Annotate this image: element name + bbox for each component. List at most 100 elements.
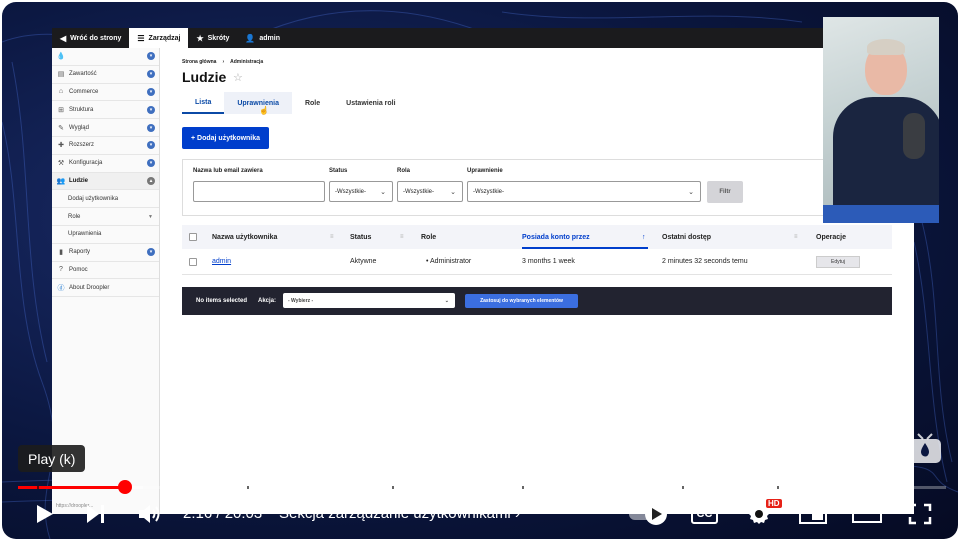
- video-player[interactable]: ◀ Wróć do strony ☰ Zarządzaj ★ Skróty 👤 admi…: [2, 2, 958, 539]
- permission-filter-label: Uprawnienie: [467, 168, 503, 174]
- sidebar-item-help[interactable]: ? Pomoc: [52, 262, 159, 280]
- header-username[interactable]: Nazwa użytkownika: [212, 234, 277, 241]
- sidebar-item-add-user[interactable]: Dodaj użytkownika: [52, 190, 159, 209]
- header-operations: Operacje: [816, 233, 846, 241]
- presenter-desk: [823, 205, 939, 223]
- shortcuts-button[interactable]: ★ Skróty: [188, 28, 237, 48]
- chapter-marker: [247, 486, 249, 489]
- sort-icon[interactable]: ≡: [794, 234, 798, 240]
- captions-label: CC: [696, 508, 713, 520]
- sitemap-icon: ⊞: [58, 106, 64, 114]
- tab-list[interactable]: Lista: [182, 92, 225, 114]
- chevron-down-icon[interactable]: ▾: [147, 70, 155, 79]
- status-filter-label: Status: [329, 168, 348, 174]
- action-select-value: - Wybierz -: [288, 297, 314, 304]
- sidebar-logo[interactable]: 💧 ▾: [52, 48, 159, 66]
- row-checkbox[interactable]: [189, 257, 197, 266]
- chapter-title[interactable]: Sekcja zarządzanie uzytkownikami ›: [279, 505, 520, 522]
- sidebar-item-label: Commerce: [69, 88, 99, 95]
- document-icon: ▤: [57, 71, 65, 79]
- username-link[interactable]: admin: [212, 258, 231, 265]
- info-icon: ⓓ: [57, 284, 65, 292]
- bulk-actions-bar: No items selected Akcja: - Wybierz - ⌄ Za…: [182, 287, 892, 315]
- sidebar-item-label: Uprawnienia: [68, 231, 102, 238]
- sort-icon[interactable]: ≡: [330, 234, 334, 240]
- play-icon[interactable]: [32, 502, 56, 526]
- next-icon[interactable]: [85, 503, 107, 525]
- tab-role-settings[interactable]: Ustawienia roli: [333, 92, 408, 114]
- header-member-for[interactable]: Posiada konto przez: [522, 234, 590, 241]
- select-all-checkbox[interactable]: [189, 233, 197, 241]
- sidebar-item-label: Pomoc: [69, 266, 88, 273]
- sidebar-item-label: Konfiguracja: [69, 160, 103, 167]
- sidebar-item-commerce[interactable]: ⌂ Commerce ▾: [52, 84, 159, 102]
- back-to-site-button[interactable]: ◀ Wróć do strony: [52, 28, 129, 48]
- captions-button[interactable]: CC: [691, 504, 718, 524]
- store-icon: ⌂: [58, 88, 64, 96]
- chevron-down-icon[interactable]: ▾: [147, 52, 155, 61]
- back-arrow-icon: ◀: [60, 33, 67, 43]
- breadcrumb-home[interactable]: Strona główna: [182, 59, 216, 65]
- chevron-down-icon[interactable]: ▾: [147, 87, 155, 96]
- chevron-up-icon[interactable]: ▴: [147, 176, 155, 185]
- permission-filter-select[interactable]: -Wszystkie- ⌄: [467, 181, 701, 202]
- volume-icon[interactable]: [137, 502, 163, 526]
- sort-asc-arrow-icon[interactable]: ↑: [642, 234, 646, 241]
- sidebar-item-structure[interactable]: ⊞ Struktura ▾: [52, 101, 159, 120]
- filter-form: Nazwa lub email zawiera Status -Wszystki…: [182, 159, 892, 216]
- chevron-down-icon[interactable]: ▾: [147, 159, 155, 168]
- status-cell: Aktywne: [350, 258, 377, 265]
- sidebar-item-about[interactable]: ⓓ About Droopler: [52, 279, 159, 298]
- status-filter-select[interactable]: -Wszystkie- ⌄: [329, 181, 393, 202]
- action-select[interactable]: - Wybierz - ⌄: [283, 293, 455, 308]
- tabs: Lista Uprawnienia Role Ustawienia roli: [182, 92, 409, 114]
- header-roles: Role: [421, 233, 437, 241]
- sidebar-item-label: Raporty: [69, 249, 91, 256]
- sidebar-item-extend[interactable]: ✚ Rozszerz ▾: [52, 137, 159, 155]
- sidebar-item-roles[interactable]: Role ▼: [52, 208, 159, 226]
- apply-to-selected-button[interactable]: Zastosuj do wybranych elementów: [465, 294, 578, 308]
- user-button[interactable]: 👤 admin: [237, 28, 288, 48]
- sidebar-item-reports[interactable]: ▮ Raporty ▾: [52, 244, 159, 262]
- chevron-down-icon[interactable]: ▾: [147, 141, 155, 150]
- chapter-marker: [682, 486, 684, 489]
- miniplayer-icon[interactable]: [799, 504, 827, 524]
- add-user-button[interactable]: + Dodaj użytkownika: [182, 127, 270, 149]
- drupal-drop-icon: 💧: [56, 53, 66, 61]
- chevron-down-icon: ⌄: [444, 297, 449, 304]
- filter-submit-button[interactable]: Filtr: [707, 181, 743, 203]
- sidebar-item-content[interactable]: ▤ Zawartość ▾: [52, 66, 159, 84]
- admin-toolbar: ◀ Wróć do strony ☰ Zarządzaj ★ Skróty 👤 admi…: [52, 28, 914, 48]
- breadcrumb-admin[interactable]: Administracja: [230, 59, 263, 65]
- channel-watermark-icon[interactable]: [908, 432, 942, 464]
- sidebar-item-permissions[interactable]: Uprawnienia: [52, 226, 159, 244]
- role-filter-select[interactable]: -Wszystkie- ⌄: [397, 181, 463, 202]
- manage-button[interactable]: ☰ Zarządzaj: [129, 28, 189, 48]
- chevron-down-icon[interactable]: ▾: [147, 123, 155, 132]
- fullscreen-icon[interactable]: [908, 503, 932, 525]
- play-tooltip: Play (k): [18, 445, 86, 472]
- theater-mode-icon[interactable]: [852, 505, 882, 523]
- role-filter-value: -Wszystkie-: [403, 188, 434, 195]
- chevron-down-icon[interactable]: ▾: [147, 105, 155, 114]
- sidebar-item-appearance[interactable]: ✎ Wygląd ▾: [52, 119, 159, 137]
- edit-button[interactable]: Edytuj: [816, 255, 860, 268]
- chevron-down-icon[interactable]: ▾: [147, 248, 155, 257]
- sidebar-item-people[interactable]: 👥 Ludzie ▴: [52, 172, 159, 191]
- bar-chart-icon: ▮: [59, 249, 63, 257]
- favorite-star-icon[interactable]: ☆: [233, 71, 243, 84]
- time-display: 2:16 / 20:03: [183, 505, 263, 522]
- microphone: [903, 113, 925, 159]
- progress-bar[interactable]: [18, 486, 946, 489]
- progress-scrubber[interactable]: [117, 480, 132, 494]
- chevron-down-icon: ⌄: [380, 188, 386, 196]
- header-status[interactable]: Status: [350, 234, 371, 241]
- autoplay-toggle-icon[interactable]: [628, 502, 670, 526]
- caret-down-icon[interactable]: ▼: [148, 214, 153, 220]
- sidebar-item-configuration[interactable]: ⚒ Konfiguracja ▾: [52, 155, 159, 173]
- name-filter-input[interactable]: [193, 181, 325, 202]
- tab-roles[interactable]: Role: [292, 92, 333, 114]
- sort-icon[interactable]: ≡: [400, 234, 404, 240]
- header-last-access[interactable]: Ostatni dostęp: [662, 234, 711, 241]
- role-cell: • Administrator: [426, 258, 472, 265]
